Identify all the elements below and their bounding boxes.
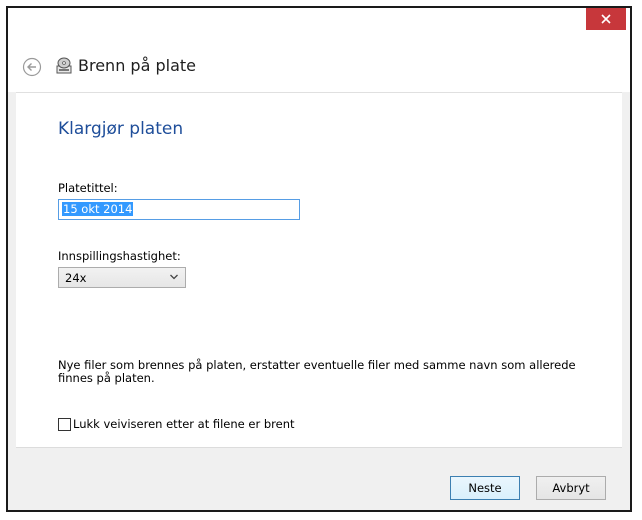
close-wizard-checkbox[interactable] <box>58 417 71 431</box>
speed-dropdown[interactable]: 24x <box>58 267 186 288</box>
close-icon <box>601 14 611 24</box>
page-title: Klargjør platen <box>58 119 184 139</box>
close-wizard-label[interactable]: Lukk veiviseren etter at filene er brent <box>73 417 295 431</box>
disc-burner-icon <box>56 57 72 74</box>
speed-label: Innspillingshastighet: <box>58 249 181 263</box>
burn-disc-window: Brenn på plate Klargjør platen Platetitt… <box>6 6 632 512</box>
wizard-footer: Neste Avbryt <box>8 448 630 510</box>
info-text: Nye filer som brennes på platen, erstatt… <box>58 358 576 385</box>
wizard-content: Klargjør platen Platetittel: 15 okt 2014… <box>16 92 622 448</box>
close-button[interactable] <box>586 8 626 30</box>
wizard-title: Brenn på plate <box>78 56 196 75</box>
cancel-button[interactable]: Avbryt <box>536 476 606 500</box>
back-arrow-icon[interactable] <box>22 57 42 77</box>
disc-title-label: Platetittel: <box>58 181 118 195</box>
close-wizard-option[interactable]: Lukk veiviseren etter at filene er brent <box>58 417 295 431</box>
next-button[interactable]: Neste <box>450 476 520 500</box>
disc-title-value: 15 okt 2014 <box>62 202 134 216</box>
speed-value: 24x <box>65 271 87 285</box>
wizard-header: Brenn på plate <box>8 42 630 92</box>
chevron-down-icon <box>170 274 178 280</box>
disc-title-input[interactable]: 15 okt 2014 <box>58 199 300 220</box>
title-bar <box>8 8 630 42</box>
